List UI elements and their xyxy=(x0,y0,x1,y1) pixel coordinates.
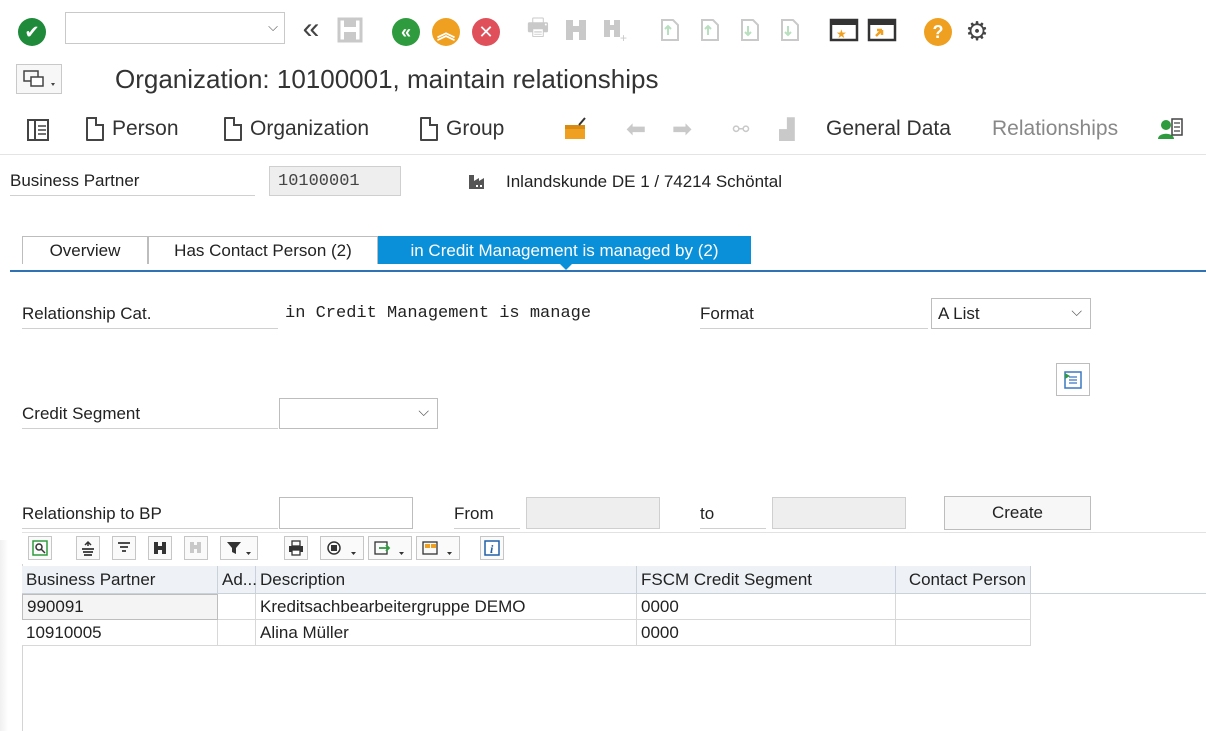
left-edge-shadow xyxy=(0,540,8,731)
column-header-address[interactable]: Ad... xyxy=(218,566,257,594)
to-date-field[interactable] xyxy=(772,497,906,529)
from-label: From xyxy=(454,504,520,529)
exit-icon[interactable]: ︽ xyxy=(432,18,460,46)
new-document-icon xyxy=(420,117,438,141)
print-icon[interactable]: 🖶 xyxy=(524,14,552,44)
details-icon[interactable] xyxy=(28,536,52,560)
cancel-icon[interactable]: ✕ xyxy=(472,18,500,46)
from-date-field[interactable] xyxy=(526,497,660,529)
business-partner-label: Business Partner xyxy=(10,171,255,196)
table-cell-business-partner[interactable]: 990091 xyxy=(22,594,218,620)
system-toolbar: ✔ ⌵ « « ︽ ✕ 🖶 + ★ ? ⚙ xyxy=(0,0,1206,59)
tab-credit-management-label: in Credit Management is managed by (2) xyxy=(410,240,719,260)
column-header-fscm-credit-segment[interactable]: FSCM Credit Segment xyxy=(637,566,896,594)
relationship-category-label: Relationship Cat. xyxy=(22,304,278,329)
table-cell-contact-person[interactable] xyxy=(896,620,1031,646)
tab-overview[interactable]: Overview xyxy=(22,236,148,264)
table-cell-contact-person[interactable] xyxy=(896,594,1031,620)
group-button[interactable]: Group xyxy=(420,114,504,144)
back-icon[interactable]: « xyxy=(392,18,420,46)
column-header-description[interactable]: Description xyxy=(256,566,637,594)
chevron-down-icon[interactable]: ⌵ xyxy=(1071,303,1082,320)
new-document-icon xyxy=(224,117,242,141)
to-label: to xyxy=(700,504,766,529)
enter-check-icon[interactable]: ✔ xyxy=(18,18,46,46)
active-tab-indicator xyxy=(559,263,573,270)
new-document-icon xyxy=(86,117,104,141)
last-page-icon[interactable] xyxy=(776,16,804,44)
group-label: Group xyxy=(446,117,505,140)
table-cell-fscm-credit-segment[interactable]: 0000 xyxy=(637,620,896,646)
credit-segment-label: Credit Segment xyxy=(22,404,278,429)
person-label: Person xyxy=(112,117,179,140)
format-select-value: A List xyxy=(938,303,980,323)
sort-descending-icon[interactable] xyxy=(112,536,136,560)
sort-ascending-icon[interactable] xyxy=(76,536,100,560)
table-cell-address[interactable] xyxy=(218,620,256,646)
collapse-left-icon[interactable]: « xyxy=(296,12,326,45)
create-button[interactable]: Create xyxy=(944,496,1091,530)
column-header-empty xyxy=(1031,566,1206,594)
settings-gear-icon[interactable]: ⚙ xyxy=(962,16,992,46)
column-header-business-partner[interactable]: Business Partner xyxy=(22,566,218,594)
tab-overview-label: Overview xyxy=(49,240,121,260)
shortcut-icon[interactable] xyxy=(866,16,898,44)
new-session-icon[interactable]: ★ xyxy=(828,16,860,44)
first-page-icon[interactable] xyxy=(656,16,684,44)
bp-role-icon[interactable] xyxy=(1154,114,1186,144)
relationships-button[interactable]: Relationships xyxy=(992,114,1118,144)
relationship-to-bp-label: Relationship to BP xyxy=(22,504,278,529)
business-partner-field[interactable]: 10100001 xyxy=(269,166,401,196)
find-next-icon[interactable]: + xyxy=(600,16,630,44)
relationship-to-bp-input[interactable] xyxy=(279,497,413,529)
person-button[interactable]: Person xyxy=(86,114,179,144)
filter-icon[interactable] xyxy=(220,536,258,560)
information-icon[interactable]: i xyxy=(480,536,504,560)
arrow-left-icon[interactable]: ⬅ xyxy=(622,116,650,143)
views-icon[interactable] xyxy=(320,536,364,560)
find-icon[interactable] xyxy=(562,16,590,44)
chevron-down-icon[interactable]: ⌵ xyxy=(418,403,429,420)
organization-icon xyxy=(466,170,490,192)
next-page-icon[interactable] xyxy=(736,16,764,44)
table-cell-description[interactable]: Kreditsachbearbeitergruppe DEMO xyxy=(256,594,637,620)
display-change-icon[interactable] xyxy=(560,114,590,144)
previous-page-icon[interactable] xyxy=(696,16,724,44)
where-used-icon[interactable]: ⚯ xyxy=(726,116,756,142)
layout-icon[interactable] xyxy=(416,536,460,560)
page-title: Organization: 10100001, maintain relatio… xyxy=(115,64,659,94)
command-field[interactable]: ⌵ xyxy=(65,12,285,44)
business-partner-description: Inlandskunde DE 1 / 74214 Schöntal xyxy=(506,172,782,191)
save-icon[interactable] xyxy=(336,16,364,44)
menu-icon[interactable] xyxy=(16,64,62,94)
table-cell-address[interactable] xyxy=(218,594,256,620)
chevron-down-icon[interactable]: ⌵ xyxy=(268,19,278,35)
find-next-icon[interactable] xyxy=(184,536,208,560)
export-icon[interactable] xyxy=(368,536,412,560)
format-select[interactable]: A List ⌵ xyxy=(931,298,1091,329)
print-icon[interactable] xyxy=(284,536,308,560)
table-cell-description[interactable]: Alina Müller xyxy=(256,620,637,646)
tab-strip-divider xyxy=(10,270,1206,272)
general-data-button[interactable]: General Data xyxy=(826,114,951,144)
svg-text:+: + xyxy=(620,31,627,43)
organization-label: Organization xyxy=(250,117,370,140)
relationship-category-value: in Credit Management is manage xyxy=(285,304,592,323)
tab-has-contact-person-label: Has Contact Person (2) xyxy=(174,240,352,260)
refresh-icon[interactable] xyxy=(1056,363,1090,396)
table-cell-business-partner[interactable]: 10910005 xyxy=(22,620,218,646)
arrow-right-icon[interactable]: ➡ xyxy=(668,116,696,143)
help-icon[interactable]: ? xyxy=(924,18,952,46)
organization-structure-icon[interactable]: ▟ xyxy=(772,116,802,142)
tab-has-contact-person[interactable]: Has Contact Person (2) xyxy=(148,236,378,264)
format-label: Format xyxy=(700,304,928,329)
tab-credit-management[interactable]: in Credit Management is managed by (2) xyxy=(378,236,751,264)
organization-button[interactable]: Organization xyxy=(224,114,369,144)
credit-segment-select[interactable]: ⌵ xyxy=(279,398,438,429)
table-cell-fscm-credit-segment[interactable]: 0000 xyxy=(637,594,896,620)
svg-text:★: ★ xyxy=(836,27,847,41)
find-icon[interactable] xyxy=(148,536,172,560)
switch-view-icon[interactable] xyxy=(24,116,52,144)
column-header-contact-person[interactable]: Contact Person xyxy=(896,566,1031,594)
